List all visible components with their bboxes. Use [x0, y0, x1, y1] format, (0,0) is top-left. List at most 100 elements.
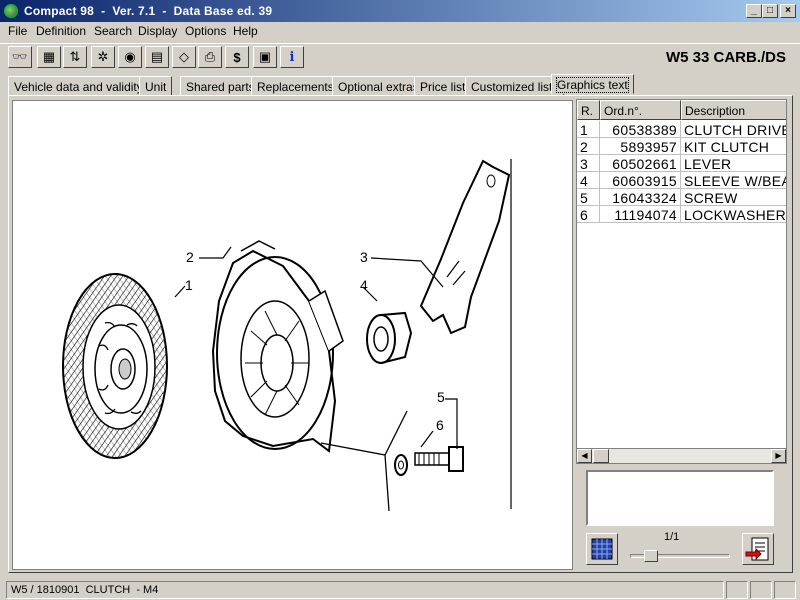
info-icon[interactable]: i: [280, 46, 304, 68]
document-icon[interactable]: ▤: [145, 46, 169, 68]
status-text: W5 / 1810901 CLUTCH - M4: [6, 581, 724, 599]
tab-label: Graphics text: [556, 77, 629, 93]
tab-graphics-text[interactable]: Graphics text: [551, 74, 634, 94]
page-slider-thumb[interactable]: [644, 550, 658, 562]
table-row[interactable]: 5 16043324 SCREW: [577, 189, 786, 206]
app-globe-icon: [4, 4, 18, 18]
sort-glyph: ⇅: [69, 49, 81, 64]
puzzle-glyph: ✲: [97, 49, 109, 64]
window-title: Compact 98 - Ver. 7.1 - Data Base ed. 39: [24, 4, 273, 18]
scroll-thumb[interactable]: [593, 449, 609, 463]
table-view-button[interactable]: [586, 533, 618, 565]
table-row[interactable]: 4 60603915 SLEEVE W/BEA: [577, 172, 786, 189]
menu-file[interactable]: File: [8, 24, 27, 38]
scroll-right-arrow-icon[interactable]: ▶: [771, 449, 786, 463]
status-bar: W5 / 1810901 CLUTCH - M4: [0, 580, 800, 600]
grid-icon[interactable]: ▦: [37, 46, 61, 68]
page-slider[interactable]: [630, 549, 730, 563]
binoculars-icon[interactable]: 👓: [8, 46, 32, 68]
printer-icon[interactable]: ⎙: [198, 46, 222, 68]
tab-customized-lists[interactable]: Customized lists: [465, 76, 565, 96]
cell-ord: 60538389: [600, 121, 681, 138]
menu-help[interactable]: Help: [233, 24, 258, 38]
tab-label: Customized lists: [471, 80, 559, 94]
sort-icon[interactable]: ⇅: [63, 46, 87, 68]
cell-ref: 5: [577, 189, 600, 206]
callout-3: 3: [360, 249, 368, 265]
tab-label: Vehicle data and validity: [14, 80, 143, 94]
cell-ord: 5893957: [600, 138, 681, 155]
table-row[interactable]: 1 60538389 CLUTCH DRIVE: [577, 121, 786, 138]
cell-ref: 6: [577, 206, 600, 223]
target-icon[interactable]: ◉: [118, 46, 142, 68]
image-icon[interactable]: ▣: [253, 46, 277, 68]
tab-label: Optional extras: [338, 80, 419, 94]
toolbar: 👓 ▦ ⇅ ✲ ◉ ▤ ◇ ⎙ $ ▣ i W5 33 CARB./DS: [0, 43, 800, 71]
grid-glyph: ▦: [42, 49, 56, 64]
status-pane-3: [750, 581, 772, 599]
tab-label: Replacements: [257, 80, 334, 94]
tab-label: Shared parts: [186, 80, 255, 94]
cell-ref: 3: [577, 155, 600, 172]
image-glyph: ▣: [258, 49, 272, 64]
cell-desc: KIT CLUTCH: [681, 138, 786, 155]
tab-vehicle-data[interactable]: Vehicle data and validity: [8, 76, 149, 96]
callout-5: 5: [437, 389, 445, 405]
table-row[interactable]: 2 5893957 KIT CLUTCH: [577, 138, 786, 155]
menu-definition[interactable]: Definition: [36, 24, 86, 38]
document-glyph: ▤: [150, 49, 164, 64]
minimize-button[interactable]: _: [746, 4, 762, 18]
exploded-view-drawing[interactable]: 1 2 3 4 5 6: [12, 100, 573, 570]
callout-1: 1: [185, 277, 193, 293]
eraser-glyph: ◇: [179, 49, 189, 64]
export-document-button[interactable]: [742, 533, 774, 565]
clutch-diagram: [62, 159, 512, 512]
table-horizontal-scrollbar[interactable]: ◀ ▶: [576, 448, 787, 464]
callout-4: 4: [360, 277, 368, 293]
col-header-ref[interactable]: R.: [577, 100, 600, 120]
callout-6: 6: [436, 417, 444, 433]
tab-shared-parts[interactable]: Shared parts: [180, 76, 261, 96]
parts-table-header: R. Ord.n°. Description: [577, 100, 786, 120]
cell-ord: 60603915: [600, 172, 681, 189]
col-header-ord[interactable]: Ord.n°.: [600, 100, 681, 120]
tab-price-list[interactable]: Price list: [414, 76, 472, 96]
callout-2: 2: [186, 249, 194, 265]
tab-label: Unit: [145, 80, 167, 94]
menu-options[interactable]: Options: [185, 24, 226, 38]
close-button[interactable]: ×: [780, 4, 796, 18]
tab-unit[interactable]: Unit: [139, 76, 173, 96]
binoculars-glyph: 👓: [11, 49, 29, 64]
maximize-button[interactable]: □: [762, 4, 778, 18]
col-header-desc[interactable]: Description: [681, 100, 786, 120]
eraser-icon[interactable]: ◇: [172, 46, 196, 68]
cell-ord: 11194074: [600, 206, 681, 223]
table-row[interactable]: 3 60502661 LEVER: [577, 155, 786, 172]
table-row[interactable]: 6 11194074 LOCKWASHER: [577, 206, 786, 223]
puzzle-icon[interactable]: ✲: [91, 46, 115, 68]
status-pane-2: [726, 581, 748, 599]
status-pane-4: [774, 581, 796, 599]
cell-ord: 60502661: [600, 155, 681, 172]
dollar-icon[interactable]: $: [225, 46, 249, 68]
title-bar: Compact 98 - Ver. 7.1 - Data Base ed. 39…: [0, 0, 800, 22]
menu-bar: File Definition Search Display Options H…: [0, 22, 800, 41]
menu-search[interactable]: Search: [94, 24, 132, 38]
document-export-icon: [745, 537, 769, 561]
pressure-plate: [211, 240, 344, 453]
tab-replacements[interactable]: Replacements: [251, 76, 340, 96]
table-grid-icon: [591, 538, 613, 560]
release-bearing: [366, 311, 413, 364]
notes-box[interactable]: [586, 470, 774, 526]
tab-optional-extras[interactable]: Optional extras: [332, 76, 425, 96]
cell-ref: 1: [577, 121, 600, 138]
model-label: W5 33 CARB./DS: [665, 49, 786, 66]
target-glyph: ◉: [124, 49, 136, 64]
printer-glyph: ⎙: [204, 49, 216, 64]
parts-table: R. Ord.n°. Description 1 60538389 CLUTCH…: [576, 99, 787, 464]
scroll-left-arrow-icon[interactable]: ◀: [577, 449, 592, 463]
clutch-disc: [62, 273, 168, 459]
cell-ref: 2: [577, 138, 600, 155]
menu-display[interactable]: Display: [138, 24, 177, 38]
dollar-glyph: $: [233, 49, 241, 65]
